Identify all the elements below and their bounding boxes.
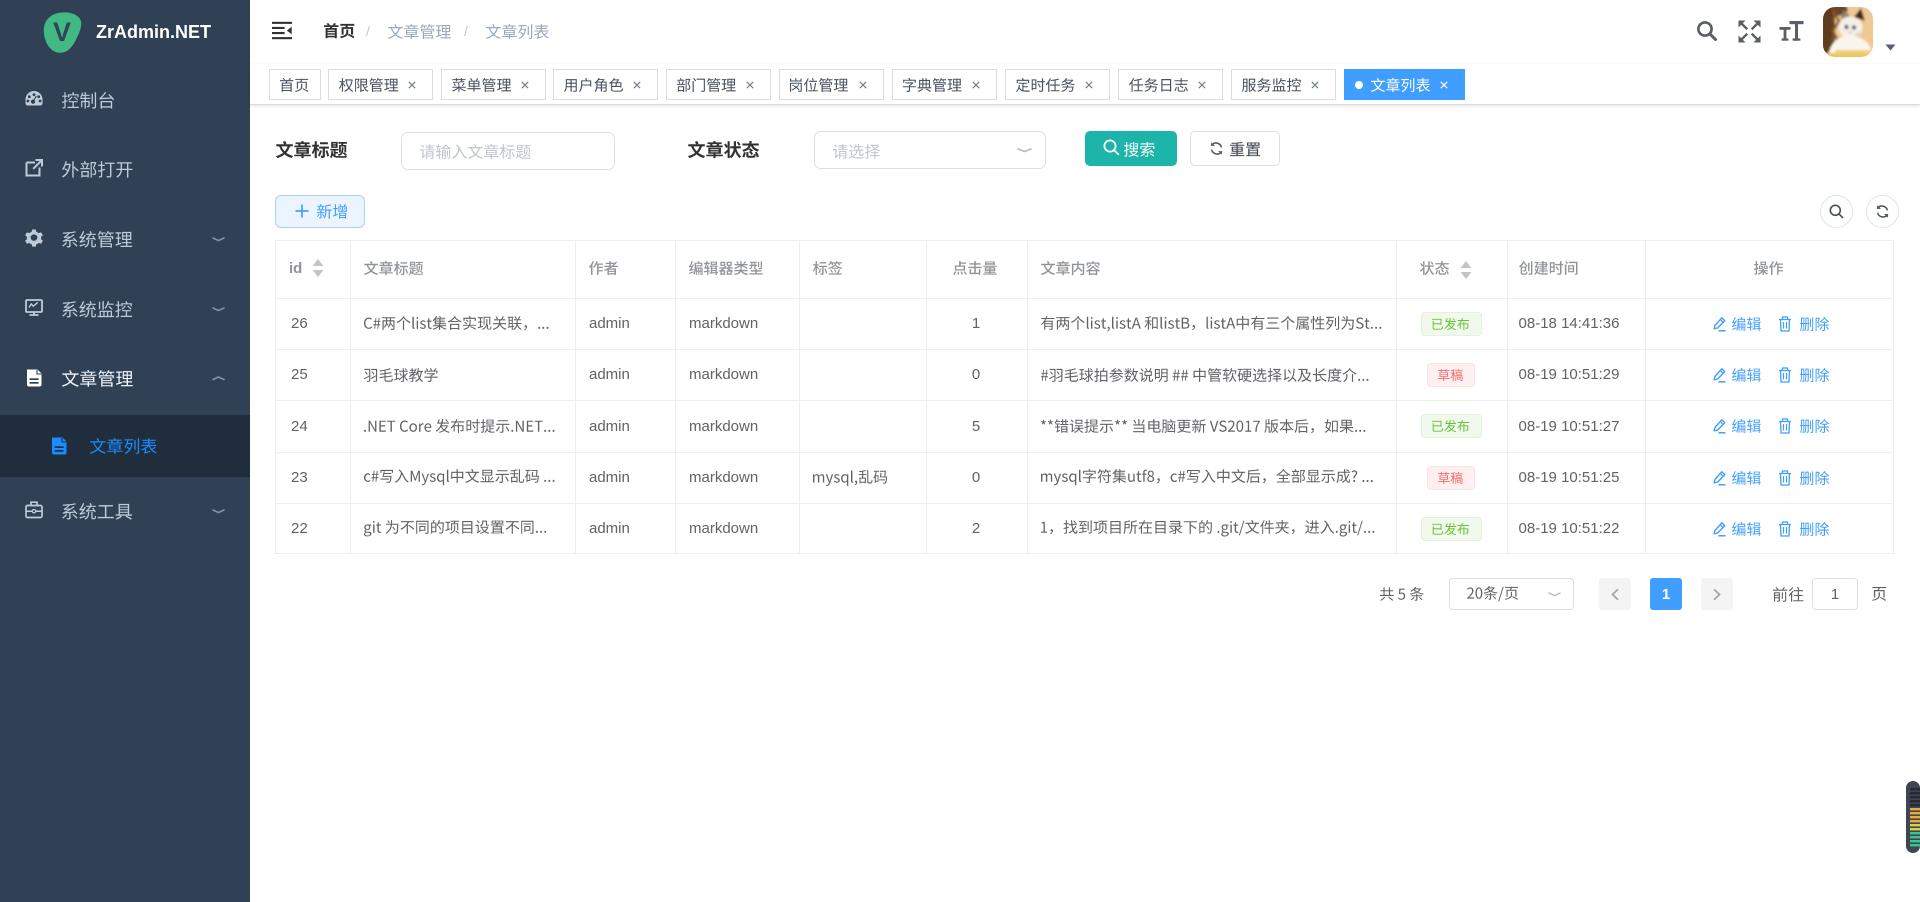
svg-text:V: V (53, 17, 71, 47)
